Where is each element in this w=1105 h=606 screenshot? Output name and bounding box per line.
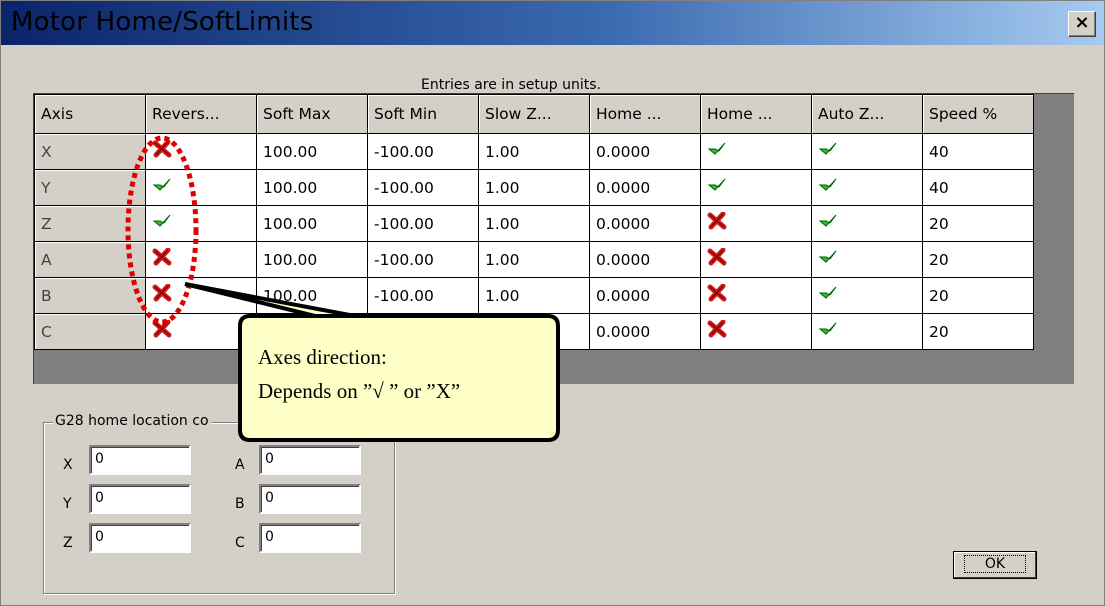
callout-text: Axes direction: Depends on ”√ ” or ”X” (258, 340, 460, 408)
callout-line-1: Axes direction: (258, 345, 387, 369)
annotation-overlay (125, 135, 560, 442)
callout-line-2: Depends on ”√ ” or ”X” (258, 379, 461, 403)
highlight-ellipse (125, 135, 199, 325)
